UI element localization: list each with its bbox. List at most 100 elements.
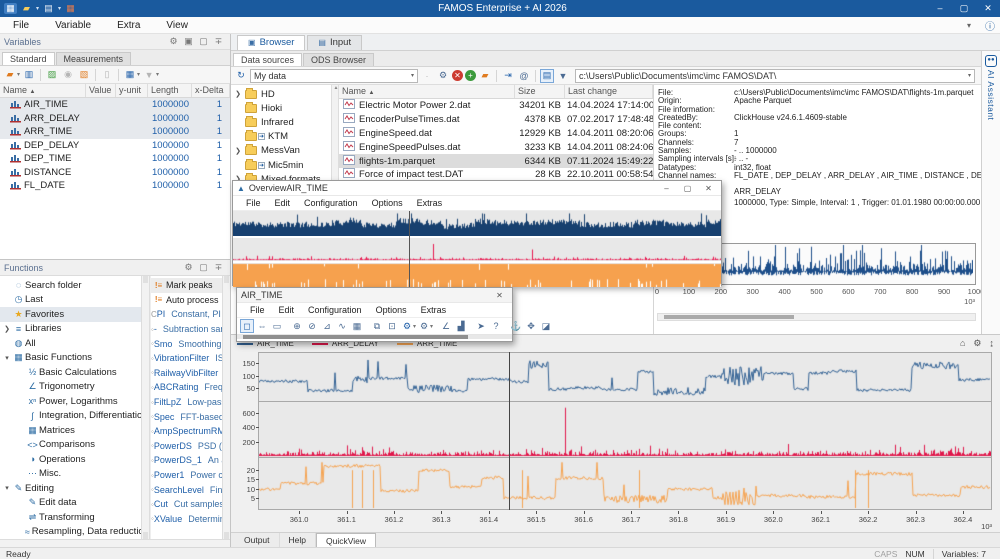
function-item[interactable]: ◦XValueDetermine x coordinate (151, 512, 230, 527)
copy-icon[interactable]: ⧉ (370, 319, 384, 333)
overview-menu-edit[interactable]: Edit (268, 198, 298, 208)
ribbon-collapse-icon[interactable]: ▾ (958, 21, 980, 30)
overview-menu-options[interactable]: Options (365, 198, 410, 208)
overview-minimize-icon[interactable]: – (658, 184, 675, 193)
overview-arr-delay-strip[interactable] (233, 238, 721, 261)
chart-info-icon[interactable]: ◉ (61, 68, 75, 82)
open-file-icon[interactable]: ▰ (20, 3, 33, 14)
quickview-pin-icon[interactable]: ↨ (990, 338, 995, 349)
functions-tree-item-integration-differentiation[interactable]: ∫Integration, Differentiation (0, 409, 149, 424)
filter-caret-icon[interactable]: ▾ (156, 71, 159, 78)
curve-menu-file[interactable]: File (243, 305, 272, 315)
filter-funnel-icon[interactable]: ▼ (556, 69, 570, 83)
grid-view-icon[interactable]: ▦ (123, 68, 137, 82)
folder-tree-item[interactable]: Hioki (231, 101, 331, 115)
function-item[interactable]: ◦PowerDSPSD (Power Spectral Dens… (151, 439, 230, 454)
column-header-xdelta[interactable]: x-Delta (192, 84, 230, 97)
grid-icon[interactable]: ▦ (350, 319, 364, 333)
add-source-icon[interactable]: + (465, 70, 476, 81)
export-icon[interactable]: ⊡ (385, 319, 399, 333)
menu-view[interactable]: View (153, 20, 201, 31)
curve-menu-edit[interactable]: Edit (272, 305, 302, 315)
curve-hscrollbar[interactable] (237, 335, 512, 339)
curve-menu-extras[interactable]: Extras (414, 305, 454, 315)
variable-row[interactable]: DEP_DELAY10000001 (0, 139, 230, 153)
settings-gear-icon[interactable]: ⚙ (436, 69, 450, 83)
functions-tree-item-favorites[interactable]: ★Favorites (0, 307, 149, 322)
doc-tab-browser[interactable]: ▣Browser (237, 35, 305, 50)
menu-file[interactable]: File (0, 20, 42, 31)
quickview-plot-air_time[interactable]: 50100150 (258, 352, 992, 402)
chart-color-icon[interactable]: ▧ (77, 68, 91, 82)
quickview-plot-arr_delay[interactable]: 200400600 (258, 402, 992, 458)
expander-icon[interactable]: ▾ (2, 354, 12, 362)
variable-row[interactable]: DEP_TIME10000001 (0, 152, 230, 166)
function-item[interactable]: ◦FiltLpZLow-pass filter without phas… (151, 395, 230, 410)
file-column-size[interactable]: Size (515, 85, 565, 98)
functions-tree-item-libraries[interactable]: ❯≡Libraries (0, 322, 149, 337)
line-chart-icon[interactable]: ∠ (439, 319, 453, 333)
menu-variable[interactable]: Variable (42, 20, 104, 31)
monitor-icon[interactable]: ▭ (270, 319, 284, 333)
functions-tree-item-editing[interactable]: ▾✎Editing (0, 481, 149, 496)
functions-tree-item-search-folder[interactable]: ◌Search folder (0, 278, 149, 293)
overview-window-titlebar[interactable]: ▲ OverviewAIR_TIME – ▢ ✕ (233, 181, 721, 196)
functions-tree-item-transforming[interactable]: ⇌Transforming (0, 510, 149, 525)
tree-expander-icon[interactable]: ❯ (231, 90, 245, 98)
edit-folder-icon[interactable]: ▰ (478, 69, 492, 83)
folder-tree-item[interactable]: ➜KTM (231, 130, 331, 144)
app-logo-icon[interactable]: ▦ (4, 3, 17, 14)
folder-tree-item[interactable]: Infrared (231, 115, 331, 129)
function-item[interactable]: ◦SearchLevelFind events in data at… (151, 482, 230, 497)
path-combobox[interactable]: c:\Users\Public\Documents\imc\imc FAMOS\… (575, 69, 975, 83)
variables-tab-measurements[interactable]: Measurements (56, 52, 132, 65)
variables-settings-icon[interactable]: ⚙ (166, 36, 181, 47)
functions-pin-icon[interactable]: ∓ (211, 262, 226, 273)
function-item[interactable]: ◦ABCRatingFrequency weighting as… (151, 380, 230, 395)
function-item[interactable]: ◦PowerDS_1An averaged power sp… (151, 453, 230, 468)
function-item[interactable]: ◦Power1Power calculation in one ph… (151, 468, 230, 483)
file-row[interactable]: EngineSpeed.dat12929 KB14.04.2011 08:20:… (339, 127, 653, 141)
functions-tree-item-basic-calculations[interactable]: ½Basic Calculations (0, 365, 149, 380)
function-item[interactable]: !≡Auto process (151, 293, 230, 308)
functions-tree-item-comparisons[interactable]: <>Comparisons (0, 438, 149, 453)
zoom-x-icon[interactable]: ⊘ (305, 319, 319, 333)
curve-menu-options[interactable]: Options (369, 305, 414, 315)
overview-menu-extras[interactable]: Extras (410, 198, 450, 208)
functions-tree-item-basic-functions[interactable]: ▾▦Basic Functions (0, 351, 149, 366)
data-source-combobox[interactable]: My data▾ (250, 69, 418, 83)
file-column-name[interactable]: Name ▲ (339, 85, 515, 98)
new-file-icon[interactable]: ▤ (42, 3, 55, 14)
quickview-cursor-line[interactable] (509, 352, 510, 510)
chart-image-icon[interactable]: ▨ (45, 68, 59, 82)
overview-menu-configuration[interactable]: Configuration (297, 198, 365, 208)
bottom-tab-output[interactable]: Output (235, 533, 280, 547)
overview-window[interactable]: ▲ OverviewAIR_TIME – ▢ ✕ FileEditConfigu… (232, 180, 722, 286)
info-icon[interactable]: ⓘ (980, 18, 1000, 33)
address-icon[interactable]: @ (517, 69, 531, 83)
gear-blue-caret-icon[interactable]: ▾ (413, 323, 416, 330)
expander-icon[interactable]: ❯ (2, 325, 12, 333)
close-button[interactable]: ✕ (976, 0, 1000, 17)
column-header-length[interactable]: Length (148, 84, 192, 97)
column-header-yunit[interactable]: y-unit (116, 84, 148, 97)
curve-close-icon[interactable]: ✕ (491, 291, 508, 300)
gear-blue-icon[interactable]: ⚙ (400, 319, 414, 333)
functions-tree-item-trigonometry[interactable]: ∠Trigonometry (0, 380, 149, 395)
curve-window-titlebar[interactable]: AIR_TIME ✕ (237, 288, 512, 303)
subtab-ods-browser[interactable]: ODS Browser (303, 53, 374, 66)
function-item[interactable]: CPIConstant, PI = 3.1415… (151, 307, 230, 322)
subtab-data-sources[interactable]: Data sources (233, 53, 302, 66)
function-item[interactable]: ◦RailwayVibFilterUIC513, JIS E4023… (151, 366, 230, 381)
new-file-caret-icon[interactable]: ▾ (58, 5, 61, 12)
anchor-3-icon[interactable]: ◪ (539, 319, 553, 333)
maximize-button[interactable]: ▢ (952, 0, 976, 17)
variables-float-icon[interactable]: ▣ (181, 36, 196, 47)
overview-close-icon[interactable]: ✕ (700, 184, 717, 193)
folder-tree-item[interactable]: ➜Mic5min (231, 158, 331, 172)
file-row[interactable]: EncoderPulseTimes.dat4378 KB07.02.2017 1… (339, 113, 653, 127)
tree-expander-icon[interactable]: ❯ (231, 147, 245, 155)
favorites-grid-icon[interactable]: ▦ (64, 3, 77, 14)
quickview-home-icon[interactable]: ⌂ (960, 338, 965, 349)
variable-row[interactable]: AIR_TIME10000001 (0, 98, 230, 112)
